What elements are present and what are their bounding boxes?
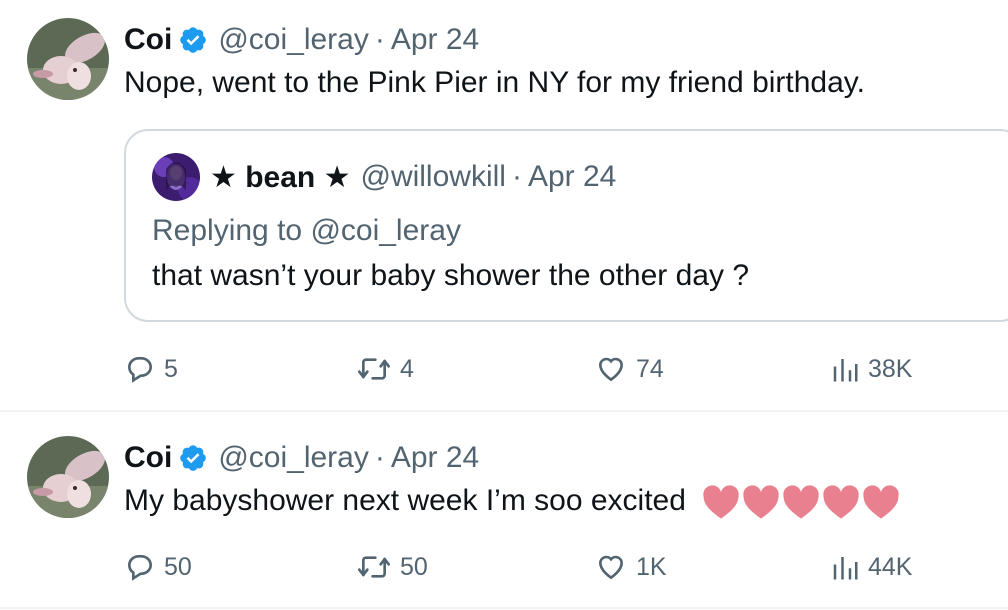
tweet-header: Coi @coi_leray · Apr 24 (124, 20, 479, 60)
separator-dot: · (374, 23, 385, 56)
views-count: 44K (868, 552, 913, 581)
heart-emoji-group (702, 484, 902, 520)
replying-to: Replying to @coi_leray (152, 214, 461, 248)
tweet-date[interactable]: Apr 24 (391, 441, 479, 475)
author-handle[interactable]: @coi_leray (218, 441, 369, 475)
views-button[interactable]: 44K (830, 547, 912, 587)
author-name[interactable]: Coi (124, 23, 172, 57)
tweet-header: Coi @coi_leray · Apr 24 (124, 438, 479, 478)
pink-heart-icon (822, 484, 860, 520)
pink-creature-avatar-icon (27, 18, 109, 100)
pink-heart-icon (702, 484, 740, 520)
author-avatar[interactable] (27, 436, 109, 518)
pink-heart-icon (862, 484, 900, 520)
author-handle[interactable]: @coi_leray (218, 23, 369, 57)
pink-creature-avatar-icon (27, 436, 109, 518)
pink-heart-icon (782, 484, 820, 520)
views-button[interactable]: 38K (830, 349, 912, 389)
tweet-1[interactable]: Coi @coi_leray · Apr 24 Nope, went to th… (0, 0, 1008, 411)
views-count: 38K (868, 354, 913, 383)
tweet-actions: 50 50 1K 44K (0, 547, 1008, 587)
retweet-icon (356, 551, 392, 583)
tweet-divider (0, 607, 1008, 609)
reply-count: 5 (164, 354, 178, 383)
reply-icon (124, 551, 156, 583)
author-name[interactable]: Coi (124, 441, 172, 475)
retweet-count: 4 (400, 354, 414, 383)
quoted-tweet[interactable]: ★ bean ★ @willowkill · Apr 24 Replying t… (124, 129, 1008, 322)
retweet-button[interactable]: 4 (356, 349, 414, 389)
reply-button[interactable]: 5 (124, 349, 178, 389)
heart-icon (594, 551, 628, 583)
author-avatar[interactable] (27, 18, 109, 100)
tweet-text: Nope, went to the Pink Pier in NY for my… (124, 66, 865, 99)
tweet-actions: 5 4 74 38K (0, 349, 1008, 389)
quoted-tweet-header: ★ bean ★ @willowkill · Apr 24 (210, 159, 616, 195)
quoted-author-handle[interactable]: @willowkill (360, 160, 505, 194)
heart-icon (594, 353, 628, 385)
views-icon (830, 353, 860, 385)
retweet-button[interactable]: 50 (356, 547, 428, 587)
tweet-date[interactable]: Apr 24 (391, 23, 479, 57)
quoted-author-avatar[interactable] (152, 153, 200, 201)
verified-badge-icon (178, 25, 208, 55)
reply-icon (124, 353, 156, 385)
reply-count: 50 (164, 552, 192, 581)
retweet-count: 50 (400, 552, 428, 581)
retweet-icon (356, 353, 392, 385)
replying-to-label: Replying to (152, 214, 303, 247)
quoted-tweet-date[interactable]: Apr 24 (528, 160, 616, 194)
quoted-author-name[interactable]: ★ bean ★ (210, 160, 350, 195)
views-icon (830, 551, 860, 583)
like-count: 74 (636, 354, 664, 383)
quoted-tweet-text: that wasn’t your baby shower the other d… (152, 259, 750, 292)
verified-badge-icon (178, 443, 208, 473)
reply-button[interactable]: 50 (124, 547, 192, 587)
purple-portrait-avatar-icon (152, 153, 200, 201)
replying-to-handle[interactable]: @coi_leray (310, 214, 461, 247)
tweet-text: My babyshower next week I’m soo excited (124, 484, 686, 517)
pink-heart-icon (742, 484, 780, 520)
like-count: 1K (636, 552, 667, 581)
like-button[interactable]: 74 (594, 349, 664, 389)
tweet-2[interactable]: Coi @coi_leray · Apr 24 My babyshower ne… (0, 412, 1008, 610)
tweet-text-row: My babyshower next week I’m soo excited (124, 482, 902, 520)
separator-dot: · (374, 441, 385, 474)
like-button[interactable]: 1K (594, 547, 667, 587)
separator-dot: · (511, 160, 522, 193)
